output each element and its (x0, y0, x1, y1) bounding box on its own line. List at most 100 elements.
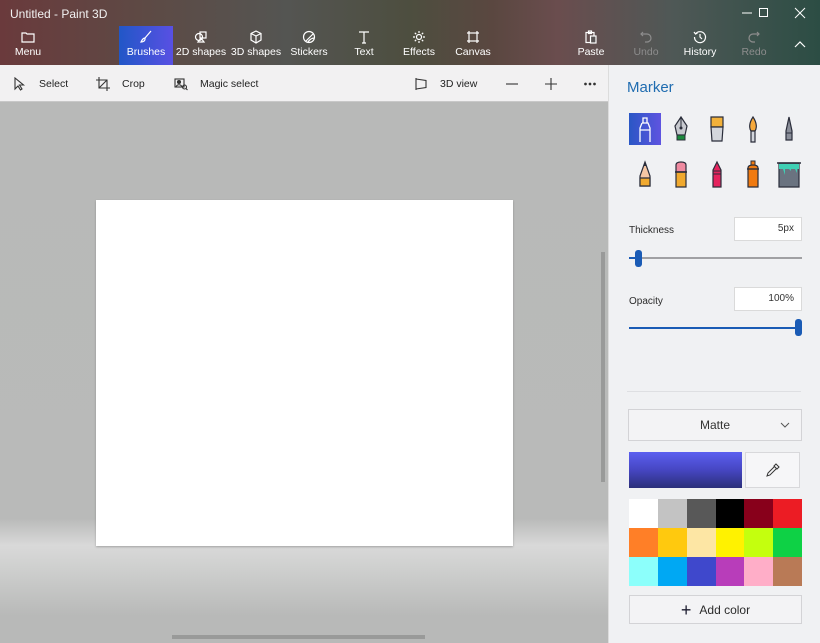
vertical-scrollbar[interactable] (601, 252, 605, 482)
opacity-label: Opacity (629, 296, 663, 307)
magic-select-label: Magic select (200, 77, 259, 90)
color-swatch[interactable] (744, 528, 774, 557)
color-swatch[interactable] (744, 557, 774, 586)
close-button[interactable] (783, 0, 817, 26)
tab-effects[interactable]: Effects (400, 26, 438, 65)
spray-can-icon (747, 160, 759, 188)
history-button[interactable]: History (680, 26, 720, 65)
undo-button[interactable]: Undo (630, 26, 662, 65)
chevron-down-icon (780, 422, 790, 428)
zoom-in-button[interactable] (536, 65, 566, 102)
color-swatch[interactable] (657, 528, 687, 557)
color-swatch[interactable] (715, 557, 745, 586)
brush-watercolor[interactable] (737, 113, 769, 145)
color-swatch[interactable] (686, 499, 716, 528)
cursor-icon (14, 76, 26, 91)
history-label: History (683, 46, 717, 58)
color-swatch[interactable] (629, 499, 658, 528)
eyedropper-button[interactable] (745, 452, 800, 488)
tab-canvas[interactable]: Canvas (453, 26, 493, 65)
paste-button[interactable]: Paste (574, 26, 608, 65)
color-swatch[interactable] (744, 499, 774, 528)
brush-calligraphy-pen[interactable] (665, 113, 697, 145)
brush-oil[interactable] (701, 113, 733, 145)
brush-crayon[interactable] (701, 158, 733, 190)
zoom-out-button[interactable] (497, 65, 527, 102)
collapse-ribbon-button[interactable] (786, 26, 814, 65)
color-swatch[interactable] (773, 499, 802, 528)
color-swatch[interactable] (715, 528, 745, 557)
window-title: Untitled - Paint 3D (10, 7, 108, 21)
drawing-canvas[interactable] (96, 200, 513, 546)
maximize-icon (759, 8, 768, 17)
color-swatch[interactable] (629, 557, 658, 586)
color-swatch[interactable] (629, 528, 658, 557)
brush-spray-can[interactable] (737, 158, 769, 190)
crop-tool[interactable]: Crop (96, 65, 145, 102)
tab-label: 3D shapes (230, 46, 282, 58)
tab-3d-shapes[interactable]: 3D shapes (230, 26, 282, 65)
tab-stickers[interactable]: Stickers (286, 26, 332, 65)
color-swatch[interactable] (715, 499, 745, 528)
finish-dropdown[interactable]: Matte (628, 409, 802, 441)
color-swatch[interactable] (773, 528, 802, 557)
oil-brush-icon (710, 116, 724, 142)
select-label: Select (39, 77, 69, 90)
magic-select-tool[interactable]: Magic select (174, 65, 258, 102)
color-swatch[interactable] (686, 528, 716, 557)
add-color-button[interactable]: + Add color (629, 595, 802, 624)
brush-pixel-pen[interactable] (773, 113, 805, 145)
maximize-button[interactable] (747, 0, 781, 26)
title-ribbon-bar: Untitled - Paint 3D Menu Brushes 2D shap… (0, 0, 820, 65)
magic-select-icon (174, 77, 188, 90)
brush-marker[interactable] (629, 113, 661, 145)
select-tool[interactable]: Select (13, 65, 68, 102)
redo-label: Redo (741, 46, 767, 58)
menu-button[interactable]: Menu (8, 26, 48, 65)
crop-icon (96, 76, 110, 91)
color-swatch[interactable] (686, 557, 716, 586)
2d-shapes-icon (194, 31, 207, 43)
tab-2d-shapes[interactable]: 2D shapes (175, 26, 227, 65)
brush-fill[interactable] (773, 158, 805, 190)
folder-icon (21, 32, 35, 43)
chevron-up-icon (794, 41, 806, 48)
brush-panel: Marker Thickness 5px Opacity 100% Matte … (608, 65, 820, 643)
text-icon (359, 31, 369, 44)
tab-text[interactable]: Text (345, 26, 383, 65)
history-icon (693, 31, 707, 44)
add-color-label: Add color (699, 602, 751, 617)
thickness-slider-thumb[interactable] (635, 250, 642, 267)
opacity-slider-track[interactable] (629, 327, 799, 329)
undo-icon (640, 31, 652, 43)
brush-eraser[interactable] (665, 158, 697, 190)
pixel-pen-icon (785, 116, 793, 141)
3d-view-button[interactable]: 3D view (414, 65, 477, 102)
color-swatch[interactable] (657, 557, 687, 586)
color-swatch[interactable] (773, 557, 802, 586)
menu-label: Menu (14, 46, 42, 58)
thickness-slider-track[interactable] (629, 257, 802, 259)
marker-icon (639, 117, 651, 142)
color-swatch[interactable] (657, 499, 687, 528)
brush-icon (140, 30, 152, 43)
redo-button[interactable]: Redo (738, 26, 770, 65)
calligraphy-pen-icon (674, 115, 688, 141)
tab-brushes[interactable]: Brushes (119, 26, 173, 65)
brush-pencil[interactable] (629, 158, 661, 190)
horizontal-scrollbar[interactable] (172, 635, 425, 639)
workspace (0, 102, 608, 643)
tab-label: Stickers (290, 46, 328, 58)
zoom-out-icon (506, 82, 518, 85)
canvas-icon (467, 31, 479, 43)
current-color-swatch[interactable] (629, 452, 742, 488)
plus-icon: + (680, 599, 692, 620)
tab-label: Brushes (126, 46, 166, 58)
thickness-input[interactable]: 5px (734, 217, 802, 241)
more-button[interactable] (575, 65, 605, 102)
paste-label: Paste (577, 46, 605, 58)
opacity-slider-thumb[interactable] (795, 319, 802, 336)
canvas-toolbar: Select Crop Magic select 3D view (0, 65, 610, 102)
opacity-input[interactable]: 100% (734, 287, 802, 311)
3d-view-label: 3D view (440, 77, 478, 90)
